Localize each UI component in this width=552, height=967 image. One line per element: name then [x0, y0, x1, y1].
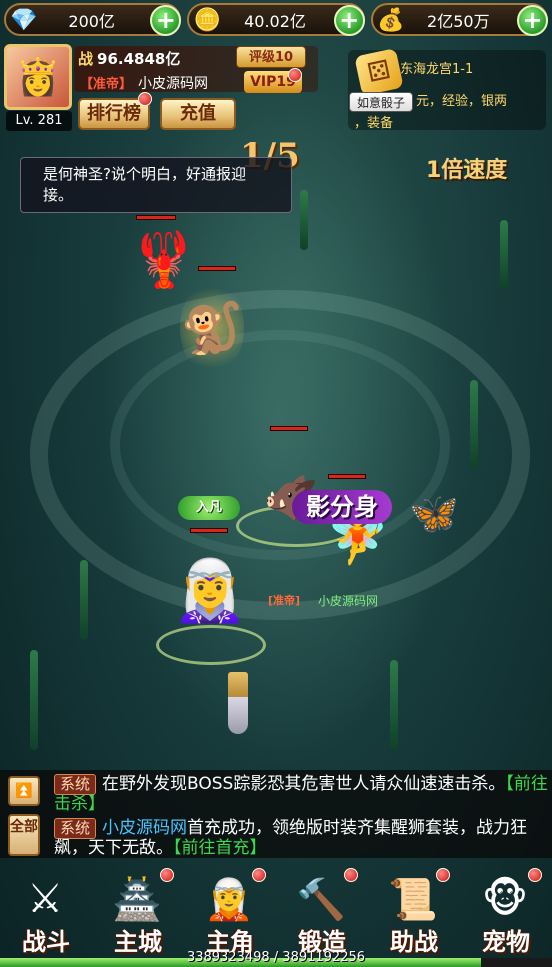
goto-recharge-link[interactable]: 【前往首充】	[173, 838, 267, 858]
add-gold-button[interactable]: +	[333, 5, 365, 36]
player-title: 【准帝】	[80, 77, 133, 92]
player-name-link[interactable]: 小皮源码网	[102, 818, 187, 838]
butterfly-pet[interactable]: 🦋	[404, 484, 464, 542]
resource-gold: 🪙 40.02亿 +	[187, 3, 365, 36]
resource-bound-gold: 💰 2亿50万 +	[370, 3, 548, 36]
seaweed-decoration	[500, 220, 508, 290]
flying-sword-weapon	[228, 672, 248, 734]
add-bound-gold-button[interactable]: +	[516, 5, 548, 36]
combat-power: 战 96.4848亿	[78, 48, 180, 69]
status-tag: 入凡	[178, 496, 240, 520]
resource-silver: 💎 200亿 +	[4, 3, 182, 36]
player-heroine[interactable]: 🧝‍♀️	[170, 530, 250, 650]
ally-title: [准帝]	[268, 594, 301, 607]
player-level: Lv. 281	[6, 111, 72, 131]
bound-gold-icon: 💰	[376, 7, 405, 33]
chat-channel-all-button[interactable]: 全部	[8, 814, 40, 856]
city-notification-dot	[160, 868, 174, 882]
stage-name: 东海龙宫1-1	[400, 62, 474, 77]
rank-badge[interactable]: 评级10	[236, 46, 306, 68]
power-label: 战	[78, 50, 94, 68]
chat-message: 系统 在野外发现BOSS踪影恐其危害世人请众仙速速击杀。【前往击杀】	[54, 774, 548, 814]
skill-name-popup: 影分身	[292, 490, 392, 524]
seaweed-decoration	[470, 380, 478, 470]
seaweed-decoration	[80, 560, 88, 640]
enemy-hp-bar	[270, 426, 308, 431]
gold-ingot-icon: 🪙	[193, 7, 222, 33]
lucky-dice-icon[interactable]: ⚄	[354, 48, 404, 96]
resource-bar: 💎 200亿 + 🪙 40.02亿 + 💰 2亿50万 +	[0, 0, 552, 40]
chat-panel: ⏫ 全部 系统 在野外发现BOSS踪影恐其危害世人请众仙速速击杀。【前往击杀】 系…	[0, 770, 552, 858]
ranking-notification-dot	[138, 92, 152, 106]
stage-drops-cont: ，装备	[354, 116, 394, 131]
dialogue-bubble: 是何神圣?说个明白，好通报迎接。	[20, 157, 292, 213]
player-name: 小皮源码网	[138, 76, 208, 92]
hero-notification-dot	[252, 868, 266, 882]
hero-face-icon: 👸	[15, 57, 61, 98]
assist-notification-dot	[436, 868, 450, 882]
ally-hp-bar	[328, 474, 366, 479]
player-avatar[interactable]: 👸	[4, 44, 72, 110]
stage-drops: 元，经验，银两	[416, 94, 508, 109]
system-tag: 系统	[54, 818, 97, 839]
ally-name: 小皮源码网	[318, 594, 379, 608]
seaweed-decoration	[300, 190, 308, 250]
chat-text: 在野外发现BOSS踪影恐其危害世人请众仙速速击杀。	[102, 774, 506, 794]
pet-notification-dot	[528, 868, 542, 882]
experience-text: 3389323498 / 3891192256	[186, 950, 366, 965]
chat-collapse-button[interactable]: ⏫	[8, 776, 40, 806]
vip-notification-dot	[288, 68, 302, 82]
enemy-hp-bar	[198, 266, 236, 271]
forge-notification-dot	[344, 868, 358, 882]
lobster-soldier-enemy[interactable]: 🦞	[126, 220, 202, 300]
seaweed-decoration	[390, 660, 398, 750]
battle-speed-toggle[interactable]: 1倍速度	[426, 152, 507, 184]
chat-message: 系统 小皮源码网首充成功，领绝版时装齐集醒狮套装，战力狂飙，天下无敌。【前往首充】	[54, 818, 548, 858]
seaweed-decoration	[30, 650, 38, 750]
recharge-button[interactable]: 充值	[160, 98, 236, 130]
system-tag: 系统	[54, 774, 97, 795]
silver-ingot-icon: 💎	[10, 7, 38, 33]
golden-monk-enemy[interactable]: 🐒	[180, 280, 244, 376]
power-value: 96.4848亿	[97, 50, 181, 68]
lucky-dice-label[interactable]: 如意骰子	[349, 92, 413, 112]
